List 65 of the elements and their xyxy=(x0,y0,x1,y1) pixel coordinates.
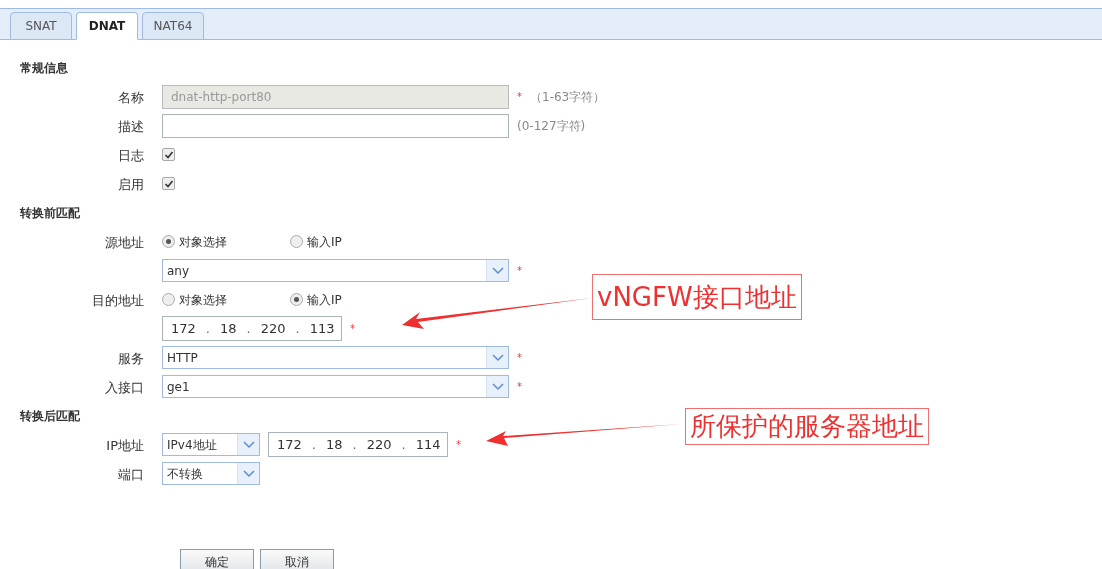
select-value: 不转换 xyxy=(166,465,204,483)
checkbox[interactable] xyxy=(162,148,175,161)
length-hint: （1-63字符） xyxy=(530,88,606,106)
field-label: 服务 xyxy=(118,350,144,366)
radio-button[interactable] xyxy=(290,293,303,306)
select-value: IPv4地址 xyxy=(166,436,218,454)
section-heading: 转换后匹配 xyxy=(20,407,80,425)
tab[interactable]: DNAT xyxy=(76,12,138,40)
length-hint: (0-127字符) xyxy=(517,117,586,135)
radio-button[interactable] xyxy=(162,235,175,248)
ip-address-field[interactable]: 172 . 18 . 220 . 114 xyxy=(268,432,448,457)
radio-label: 对象选择 xyxy=(179,233,227,251)
ip-octet: 172 xyxy=(171,319,196,338)
ip-octet: 220 xyxy=(366,435,392,454)
field-label: 描述 xyxy=(118,118,144,134)
field-label: 目的地址 xyxy=(92,292,144,308)
field-label: 端口 xyxy=(118,466,144,482)
required-mark: * xyxy=(350,322,355,336)
ip-dot: . xyxy=(205,319,210,338)
radio-label: 对象选择 xyxy=(179,291,227,309)
dropdown-select[interactable]: any xyxy=(162,259,509,282)
ip-octet: 172 xyxy=(277,435,302,454)
field-label: 启用 xyxy=(118,176,144,192)
field-label: 日志 xyxy=(118,147,144,163)
callout-label: vNGFW接口地址 xyxy=(592,274,802,320)
ip-octet: 113 xyxy=(309,319,335,338)
select-value: any xyxy=(166,262,191,280)
radio-button[interactable] xyxy=(290,235,303,248)
ip-dot: . xyxy=(352,435,357,454)
ip-address-field[interactable]: 172 . 18 . 220 . 113 xyxy=(162,316,342,341)
dropdown-select[interactable]: ge1 xyxy=(162,375,509,398)
form-button[interactable]: 取消 xyxy=(260,549,334,569)
checkbox[interactable] xyxy=(162,177,175,190)
dropdown-select[interactable]: 不转换 xyxy=(162,462,260,485)
required-mark: * xyxy=(517,90,522,104)
required-mark: * xyxy=(517,351,522,365)
select-value: ge1 xyxy=(166,378,191,396)
ip-octet: 18 xyxy=(325,435,343,454)
dropdown-select[interactable]: IPv4地址 xyxy=(162,433,260,456)
select-value: HTTP xyxy=(166,349,199,367)
tab[interactable]: SNAT xyxy=(10,12,72,40)
section-heading: 转换前匹配 xyxy=(20,204,80,222)
section-heading: 常规信息 xyxy=(20,59,68,77)
field-label: 入接口 xyxy=(105,379,144,395)
form-button[interactable]: 确定 xyxy=(180,549,254,569)
required-mark: * xyxy=(456,438,461,452)
ip-dot: . xyxy=(311,435,316,454)
dropdown-select[interactable]: HTTP xyxy=(162,346,509,369)
text-field[interactable] xyxy=(162,113,509,138)
ip-dot: . xyxy=(246,319,251,338)
required-mark: * xyxy=(517,264,522,278)
ip-octet: 220 xyxy=(260,319,286,338)
radio-label: 输入IP xyxy=(307,291,342,309)
tab[interactable]: NAT64 xyxy=(142,12,204,40)
radio-button[interactable] xyxy=(162,293,175,306)
field-label: IP地址 xyxy=(106,437,144,453)
ip-octet: 114 xyxy=(415,435,441,454)
ip-dot: . xyxy=(295,319,300,338)
ip-dot: . xyxy=(401,435,406,454)
field-label: 名称 xyxy=(118,89,144,105)
field-label: 源地址 xyxy=(105,234,144,250)
radio-label: 输入IP xyxy=(307,233,342,251)
required-mark: * xyxy=(517,380,522,394)
callout-label: 所保护的服务器地址 xyxy=(685,408,929,445)
ip-octet: 18 xyxy=(219,319,237,338)
